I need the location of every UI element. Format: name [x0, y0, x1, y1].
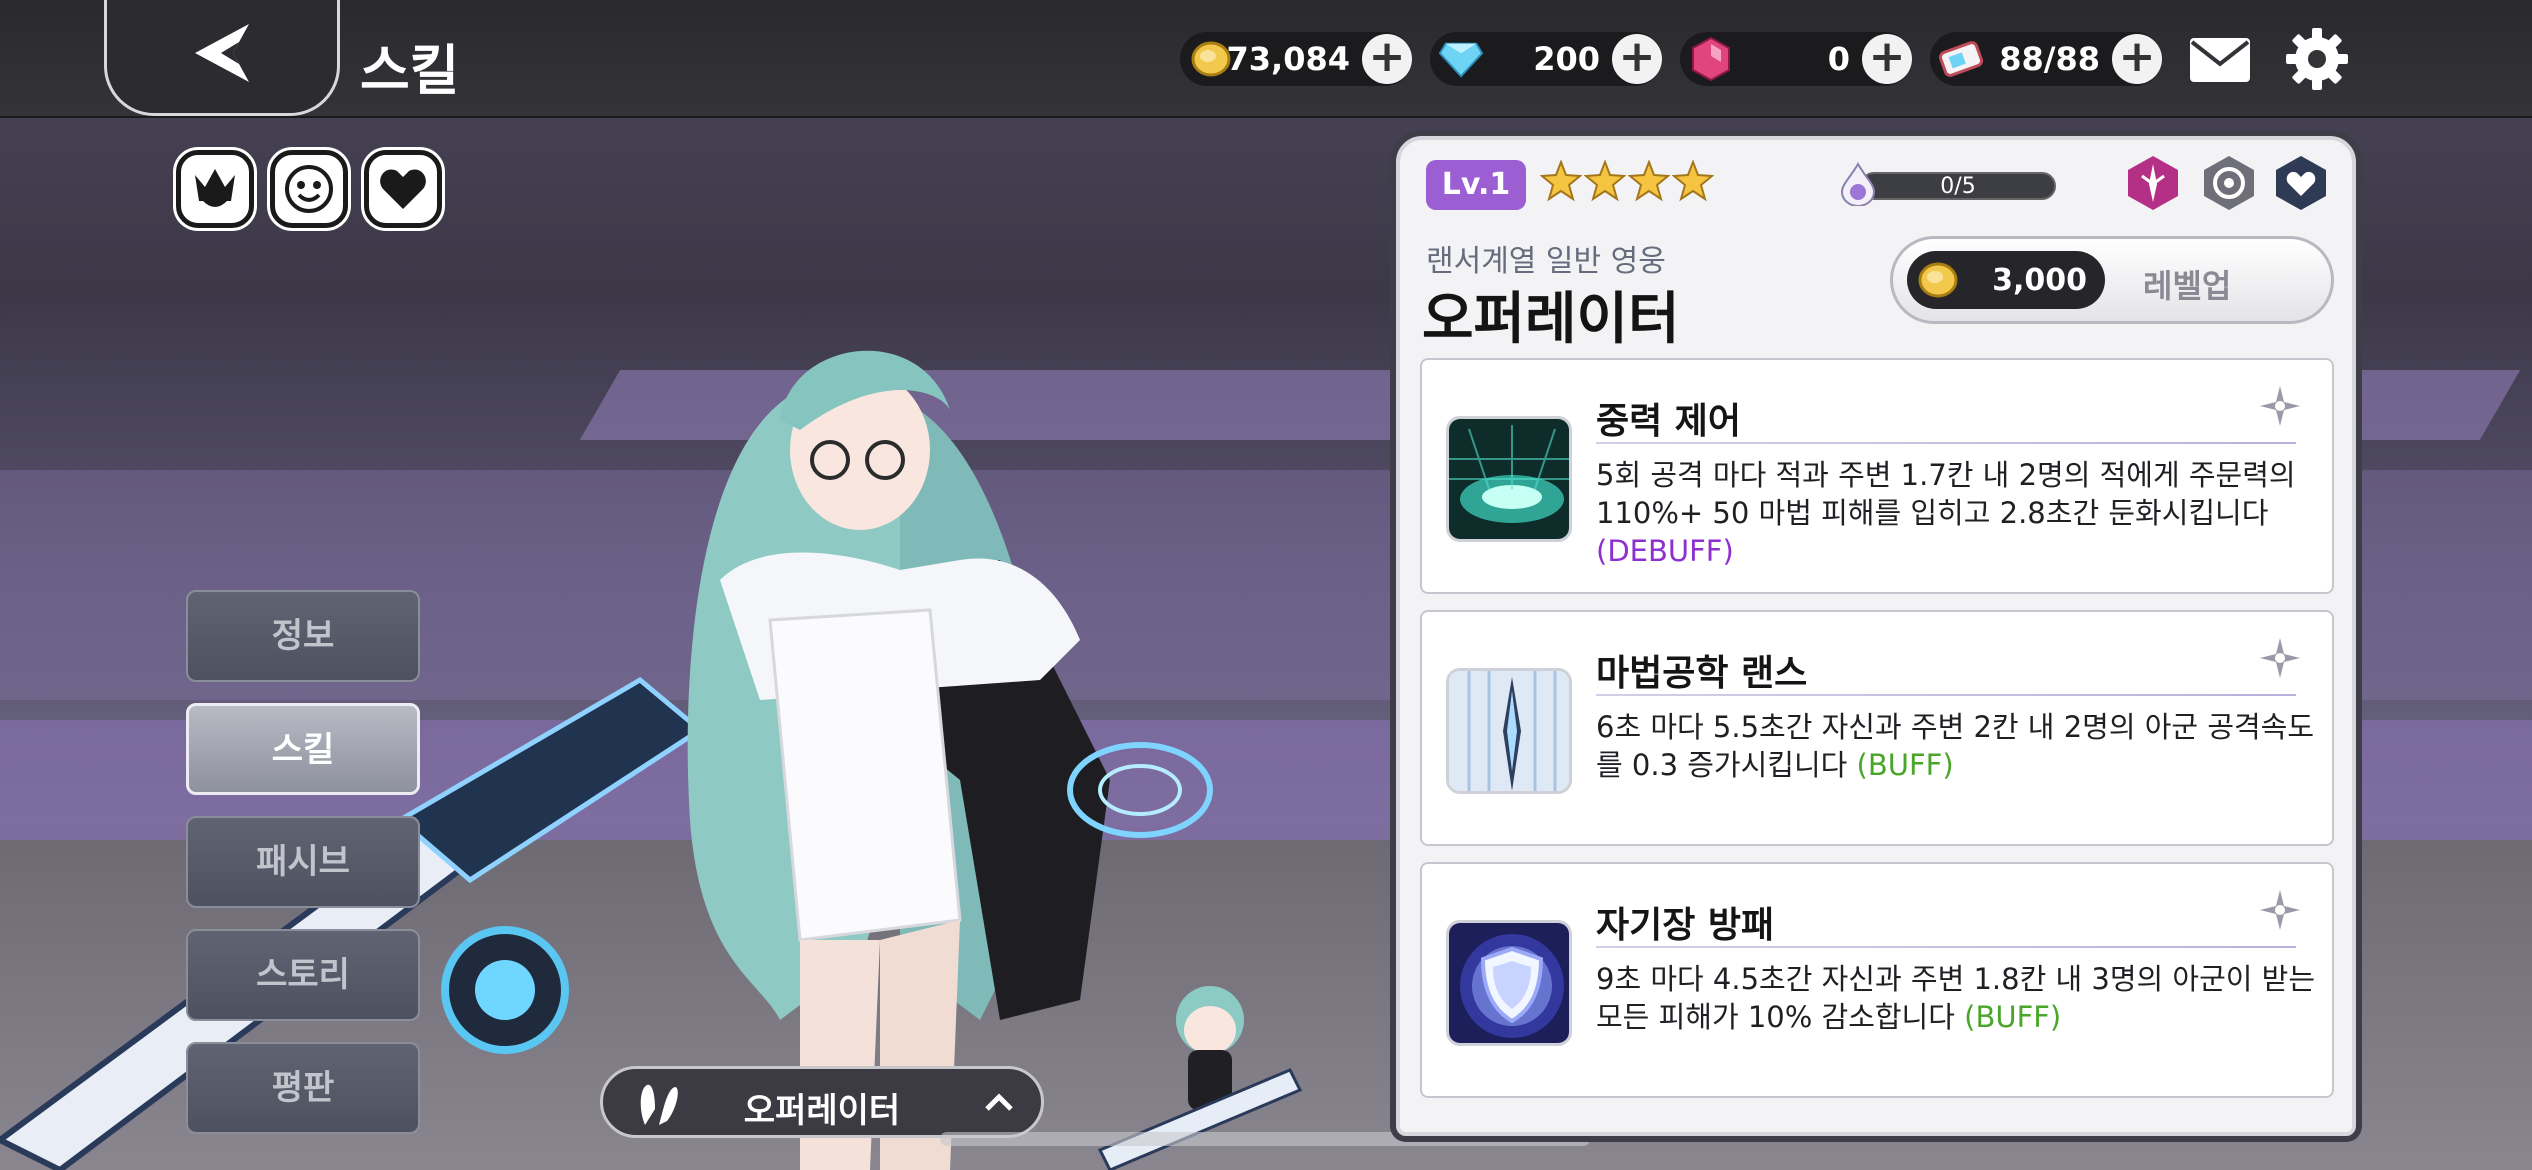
lancer-class-icon — [2128, 156, 2178, 210]
star-icon — [1540, 160, 1582, 202]
currency-ruby: 0 + — [1680, 32, 1912, 86]
skill-description: 5회 공격 마다 적과 주변 1.7칸 내 2명의 적에게 주문력의 110%+… — [1596, 456, 2316, 570]
gold-coin-icon — [1918, 262, 1958, 298]
sparkle-icon[interactable] — [2258, 888, 2302, 932]
diamond-icon — [1438, 36, 1484, 82]
character-selector[interactable]: 오퍼레이터 — [600, 1066, 1044, 1138]
currency-diamond: 200 + — [1430, 32, 1662, 86]
skill-description: 9초 마다 4.5초간 자신과 주변 1.8칸 내 3명의 아군이 받는 모든 … — [1596, 960, 2316, 1036]
menu-info-button[interactable]: 정보 — [186, 590, 420, 682]
exp-text: 0/5 — [1940, 174, 1976, 199]
skill-name: 마법공학 랜스 — [1596, 653, 1808, 694]
ruby-amount: 0 — [1827, 40, 1850, 78]
divider — [1596, 694, 2296, 696]
shield-icon — [1446, 920, 1572, 1046]
ruby-icon — [1688, 36, 1734, 82]
sparkle-icon[interactable] — [2258, 384, 2302, 428]
eye-element-icon — [2204, 156, 2254, 210]
smile-emote-icon[interactable] — [270, 150, 348, 228]
hero-name: 오퍼레이터 — [1422, 287, 1680, 352]
skill-card[interactable]: 중력 제어 5회 공격 마다 적과 주변 1.7칸 내 2명의 적에게 주문력의… — [1420, 358, 2334, 594]
skill-tag: (DEBUFF) — [1596, 534, 1734, 568]
skill-description: 6초 마다 5.5초간 자신과 주변 2칸 내 2명의 아군 공격속도를 0.3… — [1596, 708, 2316, 784]
star-icon — [1672, 160, 1714, 202]
divider — [1596, 946, 2296, 948]
level-badge: Lv.1 — [1426, 160, 1526, 210]
lance-icon — [1446, 668, 1572, 794]
menu-skill-button[interactable]: 스킬 — [186, 703, 420, 795]
top-bar: 스킬 73,084 + 200 + 0 + 88/88 + — [0, 0, 2532, 118]
levelup-cost-value: 3,000 — [1992, 263, 2087, 298]
levelup-cost: 3,000 — [1907, 251, 2105, 309]
menu-passive-button[interactable]: 패시브 — [186, 816, 420, 908]
sparkle-icon[interactable] — [2258, 636, 2302, 680]
heart-emote-icon[interactable] — [364, 150, 442, 228]
skill-description-text: 6초 마다 5.5초간 자신과 주변 2칸 내 2명의 아군 공격속도를 0.3… — [1596, 710, 2315, 782]
screen-title: 스킬 — [360, 39, 460, 102]
add-gold-button[interactable]: + — [1362, 34, 1412, 84]
back-button[interactable] — [104, 0, 340, 116]
skill-card[interactable]: 마법공학 랜스 6초 마다 5.5초간 자신과 주변 2칸 내 2명의 아군 공… — [1420, 610, 2334, 846]
add-stamina-button[interactable]: + — [2112, 34, 2162, 84]
currency-stamina: 88/88 + — [1930, 32, 2162, 86]
star-icon — [1584, 160, 1626, 202]
star-rating — [1540, 160, 1714, 202]
skill-tag: (BUFF) — [1856, 748, 1954, 782]
menu-reputation-button[interactable]: 평판 — [186, 1042, 420, 1134]
skill-tag: (BUFF) — [1964, 1000, 2062, 1034]
heart-element-icon — [2276, 156, 2326, 210]
add-ruby-button[interactable]: + — [1862, 34, 1912, 84]
skill-name: 중력 제어 — [1596, 401, 1742, 442]
exp-gauge: 0/5 — [1836, 162, 2056, 206]
currency-gold: 73,084 + — [1180, 32, 1412, 86]
levelup-label: 레벨업 — [2143, 267, 2232, 305]
skill-card[interactable]: 자기장 방패 9초 마다 4.5초간 자신과 주변 1.8칸 내 3명의 아군이… — [1420, 862, 2334, 1098]
skill-panel: Lv.1 0/5 랜서계열 일반 영웅 오퍼레이터 3,000 레벨업 중력 제… — [1396, 136, 2356, 1136]
skill-description-text: 9초 마다 4.5초간 자신과 주변 1.8칸 내 3명의 아군이 받는 모든 … — [1596, 962, 2316, 1034]
stamina-amount: 88/88 — [1999, 40, 2100, 78]
skill-description-text: 5회 공격 마다 적과 주변 1.7칸 내 2명의 적에게 주문력의 110%+… — [1596, 458, 2296, 530]
add-diamond-button[interactable]: + — [1612, 34, 1662, 84]
chevron-up-icon — [985, 1093, 1013, 1111]
back-arrow-icon — [195, 24, 249, 82]
character-name: 오퍼레이터 — [743, 1091, 901, 1131]
gravity-icon — [1446, 416, 1572, 542]
menu-story-button[interactable]: 스토리 — [186, 929, 420, 1021]
skill-name: 자기장 방패 — [1596, 905, 1775, 946]
stamina-ticket-icon — [1938, 36, 1984, 82]
diamond-amount: 200 — [1533, 40, 1600, 78]
levelup-button[interactable]: 3,000 레벨업 — [1890, 236, 2334, 324]
gear-icon[interactable] — [2284, 26, 2350, 92]
star-icon — [1628, 160, 1670, 202]
crown-emote-icon[interactable] — [176, 150, 254, 228]
divider — [1596, 442, 2296, 444]
mail-icon[interactable] — [2188, 36, 2252, 84]
gold-amount: 73,084 — [1226, 40, 1350, 78]
